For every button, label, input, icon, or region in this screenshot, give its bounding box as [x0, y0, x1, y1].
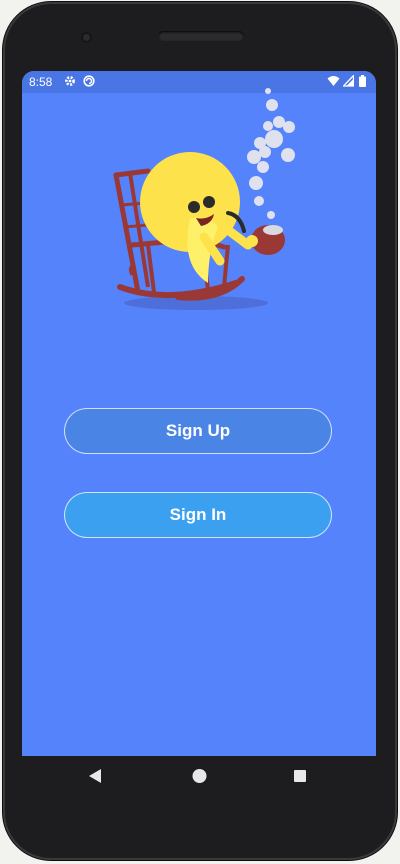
wifi-icon	[327, 76, 340, 86]
earpiece-speaker	[158, 31, 244, 41]
character-smoking-pipe-rocking-chair-icon	[113, 88, 295, 310]
status-time: 8:58	[29, 75, 53, 89]
recents-icon[interactable]	[293, 768, 307, 784]
home-icon[interactable]	[192, 768, 207, 784]
signal-icon	[343, 75, 354, 87]
back-icon[interactable]	[88, 768, 102, 784]
sign-up-button[interactable]: Sign Up	[64, 408, 332, 454]
settings-icon	[65, 76, 75, 86]
front-camera	[81, 32, 92, 43]
app-screen: 8:58 Sign Up Sign In	[22, 71, 376, 756]
sync-icon	[83, 75, 95, 87]
navigation-bar	[22, 756, 376, 798]
sign-in-button[interactable]: Sign In	[64, 492, 332, 538]
battery-icon	[359, 75, 366, 87]
